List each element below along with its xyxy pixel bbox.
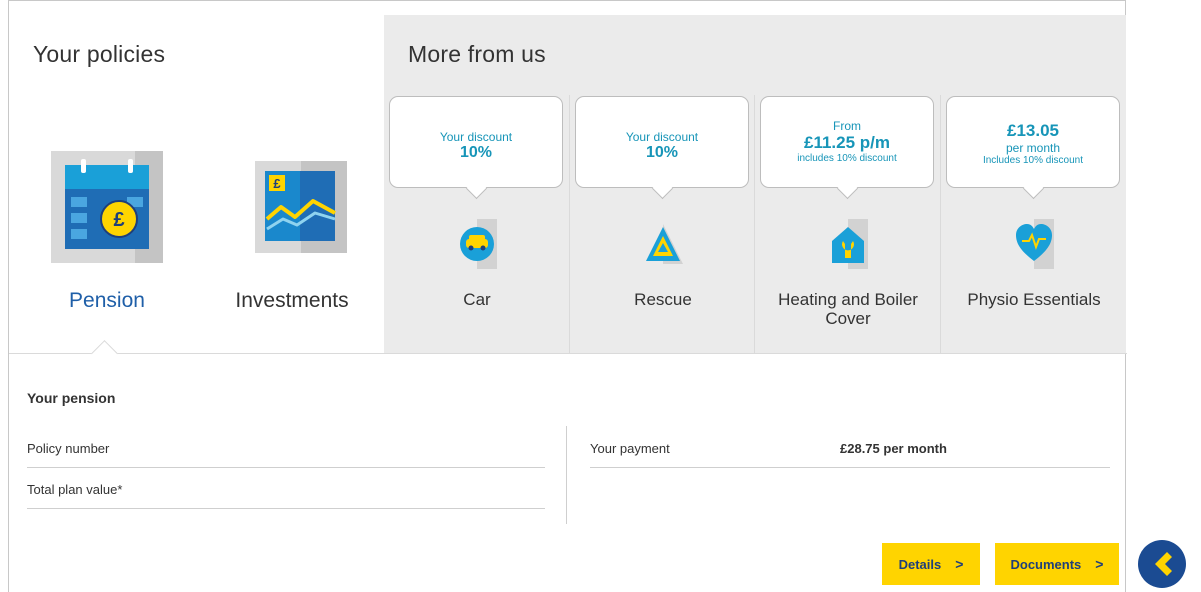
policy-investments[interactable]: £ Investments [227, 151, 357, 312]
more-from-us-heading: More from us [408, 41, 546, 67]
back-button[interactable] [1138, 540, 1186, 588]
chevron-right-icon: > [1095, 556, 1104, 572]
offer-bubble: £13.05 per month Includes 10% discount [946, 96, 1120, 188]
pension-calendar-icon: £ [51, 151, 163, 263]
payment-value: £28.75 per month [840, 441, 947, 456]
offer-line2: 10% [459, 144, 493, 161]
offer-label-heating-boiler: Heating and Boiler Cover [778, 290, 918, 328]
offer-heating-boiler[interactable]: From £11.25 p/m includes 10% discount He… [760, 96, 936, 328]
offer-line2: per month [1005, 141, 1061, 155]
offer-line1: From [833, 119, 861, 133]
offer-bubble: Your discount 10% [389, 96, 563, 188]
your-pension-heading: Your pension [27, 390, 116, 406]
offer-line3: Includes 10% discount [982, 155, 1084, 166]
policy-pension[interactable]: £ Pension [42, 151, 172, 312]
documents-button-label: Documents [1010, 556, 1082, 572]
your-policies-heading: Your policies [33, 41, 166, 67]
chevron-right-icon: > [955, 556, 964, 572]
offer-rescue[interactable]: Your discount 10% Rescue [575, 96, 751, 309]
row-divider [27, 508, 545, 509]
more-from-us-panel: More from us Your discount 10% Car Your [384, 15, 1126, 353]
offer-line1: £13.05 [1007, 121, 1059, 140]
offer-line1: Your discount [625, 130, 699, 144]
offer-line3: includes 10% discount [797, 153, 897, 164]
offer-bubble: Your discount 10% [575, 96, 749, 188]
details-button[interactable]: Details > [882, 543, 980, 585]
offer-label-physio-essentials: Physio Essentials [967, 290, 1101, 309]
offer-bubble: From £11.25 p/m includes 10% discount [760, 96, 934, 188]
investments-chart-icon: £ [255, 161, 347, 253]
offer-label-car: Car [463, 290, 491, 309]
chevron-left-icon [1155, 552, 1172, 576]
heart-pulse-icon [1016, 219, 1054, 269]
car-icon [460, 219, 497, 269]
offer-line2: £11.25 p/m [803, 133, 890, 152]
main-card: Your policies £ Pension £ Investments Mo… [8, 0, 1127, 592]
column-divider [566, 426, 567, 524]
row-divider [27, 467, 545, 468]
column-divider [754, 95, 755, 353]
section-divider [9, 353, 1127, 354]
your-payment-label: Your payment [590, 441, 670, 456]
offer-physio-essentials[interactable]: £13.05 per month Includes 10% discount P… [946, 96, 1122, 309]
home-wrench-icon [832, 219, 868, 269]
svg-text:£: £ [273, 176, 281, 191]
policy-number-label: Policy number [27, 441, 110, 456]
row-divider [590, 467, 1110, 468]
offer-line2: 10% [645, 144, 679, 161]
documents-button[interactable]: Documents > [995, 543, 1119, 585]
policy-label-investments: Investments [235, 289, 349, 312]
rescue-triangle-icon [646, 224, 683, 264]
details-button-label: Details [898, 556, 942, 572]
total-plan-value-label: Total plan value* [27, 482, 123, 497]
column-divider [569, 95, 570, 353]
offer-label-rescue: Rescue [634, 290, 692, 309]
offer-car[interactable]: Your discount 10% Car [389, 96, 565, 309]
svg-text:£: £ [113, 209, 124, 231]
offer-line1: Your discount [439, 130, 513, 144]
policy-label-pension: Pension [69, 289, 145, 312]
column-divider [940, 95, 941, 353]
